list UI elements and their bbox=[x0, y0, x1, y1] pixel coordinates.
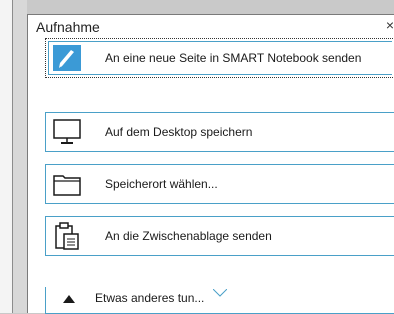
send-to-clipboard-label: An die Zwischenablage senden bbox=[105, 229, 272, 243]
panel-gutter bbox=[13, 0, 27, 313]
folder-icon bbox=[52, 170, 82, 198]
footer-notch bbox=[212, 286, 228, 297]
capture-panel: Aufnahme × An eine neue Seite in SMART N… bbox=[27, 14, 394, 314]
adjacent-panel-edge bbox=[0, 0, 13, 313]
do-something-else-label: Etwas anderes tun... bbox=[95, 291, 205, 305]
close-icon[interactable]: × bbox=[382, 17, 394, 33]
choose-location-label: Speicherort wählen... bbox=[105, 177, 218, 191]
triangle-up-icon bbox=[63, 295, 75, 303]
save-to-desktop-label: Auf dem Desktop speichern bbox=[105, 125, 253, 139]
choose-location-button[interactable]: Speicherort wählen... bbox=[45, 164, 394, 204]
send-to-clipboard-button[interactable]: An die Zwischenablage senden bbox=[45, 216, 394, 256]
save-to-desktop-button[interactable]: Auf dem Desktop speichern bbox=[45, 112, 394, 152]
do-something-else-button[interactable]: Etwas anderes tun... bbox=[45, 287, 394, 314]
send-to-notebook-button[interactable]: An eine neue Seite in SMART Notebook sen… bbox=[45, 38, 394, 78]
send-to-notebook-label: An eine neue Seite in SMART Notebook sen… bbox=[105, 51, 362, 65]
smart-notebook-icon bbox=[52, 44, 82, 72]
clipboard-icon bbox=[52, 222, 82, 250]
panel-title: Aufnahme bbox=[36, 19, 100, 35]
monitor-icon bbox=[52, 118, 82, 146]
